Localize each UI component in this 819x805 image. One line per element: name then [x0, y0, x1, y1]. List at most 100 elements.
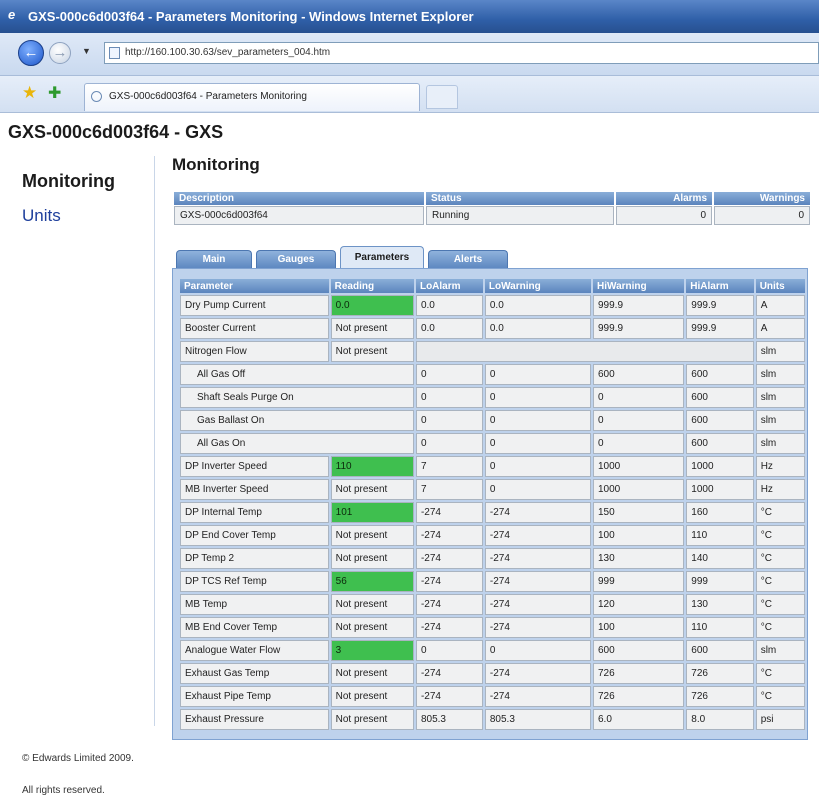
window-title: GXS-000c6d003f64 - Parameters Monitoring… — [28, 9, 474, 24]
param-units: slm — [755, 364, 805, 385]
tab-gauges[interactable]: Gauges — [256, 250, 336, 268]
param-units: °C — [755, 686, 805, 707]
param-hi-alarm: 160 — [686, 502, 754, 523]
back-arrow-icon[interactable]: ← — [18, 40, 44, 66]
param-hi-warning: 0 — [593, 433, 685, 454]
param-hi-alarm: 140 — [686, 548, 754, 569]
param-lo-warning: -274 — [484, 525, 591, 546]
param-hi-alarm: 726 — [686, 663, 754, 684]
param-name: MB End Cover Temp — [180, 617, 329, 638]
tab-main[interactable]: Main — [176, 250, 252, 268]
param-lo-alarm: -274 — [415, 571, 483, 592]
table-row: MB Temp Not present -274 -274 120 130 °C — [180, 594, 805, 615]
ie-logo-icon: e — [8, 7, 16, 22]
param-units: °C — [755, 663, 805, 684]
star-icon[interactable]: ★ — [22, 83, 37, 103]
browser-tab-title: GXS-000c6d003f64 - Parameters Monitoring — [109, 91, 307, 102]
param-hi-alarm: 600 — [686, 364, 754, 385]
param-hi-alarm: 110 — [686, 525, 754, 546]
param-units: slm — [755, 433, 805, 454]
table-row: Nitrogen Flow Not present slm — [180, 341, 805, 362]
param-hi-warning: 600 — [593, 640, 685, 661]
table-row: Booster Current Not present 0.0 0.0 999.9 999… — [180, 318, 805, 339]
param-reading: 101 — [330, 502, 414, 523]
param-lo-warning: 805.3 — [484, 709, 591, 730]
new-tab-button[interactable] — [426, 85, 458, 109]
param-hi-warning: 130 — [593, 548, 685, 569]
param-reading: Not present — [330, 686, 414, 707]
nav-item-monitoring[interactable]: Monitoring — [22, 171, 115, 192]
param-lo-warning: 0 — [484, 456, 591, 477]
param-hi-warning: 120 — [593, 594, 685, 615]
param-units: slm — [755, 341, 805, 362]
param-lo-alarm: -274 — [415, 548, 483, 569]
param-units: °C — [755, 571, 805, 592]
table-row: MB End Cover Temp Not present -274 -274 100 1… — [180, 617, 805, 638]
param-hi-warning: 999.9 — [593, 295, 685, 316]
table-row: DP Inverter Speed 110 7 0 1000 1000 Hz — [180, 456, 805, 477]
window-titlebar: e GXS-000c6d003f64 - Parameters Monitori… — [0, 0, 819, 33]
param-units: Hz — [755, 479, 805, 500]
param-lo-alarm: -274 — [415, 663, 483, 684]
param-units: °C — [755, 502, 805, 523]
param-lo-alarm: 0 — [415, 364, 483, 385]
param-hi-alarm: 999.9 — [686, 318, 754, 339]
param-reading: Not present — [330, 341, 414, 362]
param-name: All Gas On — [180, 433, 414, 454]
param-hi-alarm: 8.0 — [686, 709, 754, 730]
table-row: All Gas On 0 0 0 600 slm — [180, 433, 805, 454]
table-row: Exhaust Gas Temp Not present -274 -274 726 72… — [180, 663, 805, 684]
param-lo-warning: 0 — [484, 479, 591, 500]
param-hi-alarm: 999 — [686, 571, 754, 592]
summary-header-warnings: Warnings — [714, 192, 810, 205]
tab-alerts[interactable]: Alerts — [428, 250, 508, 268]
param-lo-alarm: -274 — [415, 525, 483, 546]
param-units: psi — [755, 709, 805, 730]
tab-parameters[interactable]: Parameters — [340, 246, 424, 268]
param-reading: Not present — [330, 318, 414, 339]
param-hi-alarm: 600 — [686, 387, 754, 408]
param-lo-warning: -274 — [484, 617, 591, 638]
history-dropdown-icon[interactable]: ▼ — [82, 46, 91, 56]
copyright-text: © Edwards Limited 2009. — [22, 753, 134, 764]
param-name: DP End Cover Temp — [180, 525, 329, 546]
param-hi-warning: 999 — [593, 571, 685, 592]
param-header-reading: Reading — [330, 279, 414, 293]
param-name: Exhaust Gas Temp — [180, 663, 329, 684]
table-row: All Gas Off 0 0 600 600 slm — [180, 364, 805, 385]
param-units: slm — [755, 387, 805, 408]
param-lo-warning: -274 — [484, 686, 591, 707]
forward-arrow-icon[interactable]: → — [49, 42, 71, 64]
browser-tab[interactable]: GXS-000c6d003f64 - Parameters Monitoring — [84, 83, 420, 111]
param-hi-alarm: 110 — [686, 617, 754, 638]
rights-text: All rights reserved. — [22, 785, 105, 796]
param-units: °C — [755, 594, 805, 615]
param-name: DP Internal Temp — [180, 502, 329, 523]
param-reading: 3 — [330, 640, 414, 661]
table-row: DP Temp 2 Not present -274 -274 130 140 °C — [180, 548, 805, 569]
param-lo-warning: -274 — [484, 594, 591, 615]
param-name: Exhaust Pipe Temp — [180, 686, 329, 707]
page-title: GXS-000c6d003f64 - GXS — [8, 122, 224, 142]
param-header-hi-alarm: HiAlarm — [686, 279, 754, 293]
param-reading: Not present — [330, 594, 414, 615]
param-name: Booster Current — [180, 318, 329, 339]
param-lo-warning: 0 — [484, 433, 591, 454]
param-units: slm — [755, 640, 805, 661]
param-reading: 0.0 — [330, 295, 414, 316]
table-row: DP TCS Ref Temp 56 -274 -274 999 999 °C — [180, 571, 805, 592]
url-input[interactable]: http://160.100.30.63/sev_parameters_004.… — [104, 42, 819, 64]
param-header-units: Units — [755, 279, 805, 293]
summary-warnings: 0 — [714, 206, 810, 225]
summary-header-description: Description — [174, 192, 424, 205]
section-title: Monitoring — [172, 155, 260, 174]
add-favorite-icon[interactable]: ✚ — [48, 83, 61, 103]
parameters-table: Parameter Reading LoAlarm LoWarning HiWarnin… — [178, 277, 807, 732]
param-hi-warning: 999.9 — [593, 318, 685, 339]
url-text: http://160.100.30.63/sev_parameters_004.… — [125, 47, 331, 58]
nav-item-units[interactable]: Units — [22, 206, 61, 226]
param-hi-warning: 726 — [593, 663, 685, 684]
param-name: Gas Ballast On — [180, 410, 414, 431]
param-units: °C — [755, 548, 805, 569]
param-lo-alarm: -274 — [415, 594, 483, 615]
